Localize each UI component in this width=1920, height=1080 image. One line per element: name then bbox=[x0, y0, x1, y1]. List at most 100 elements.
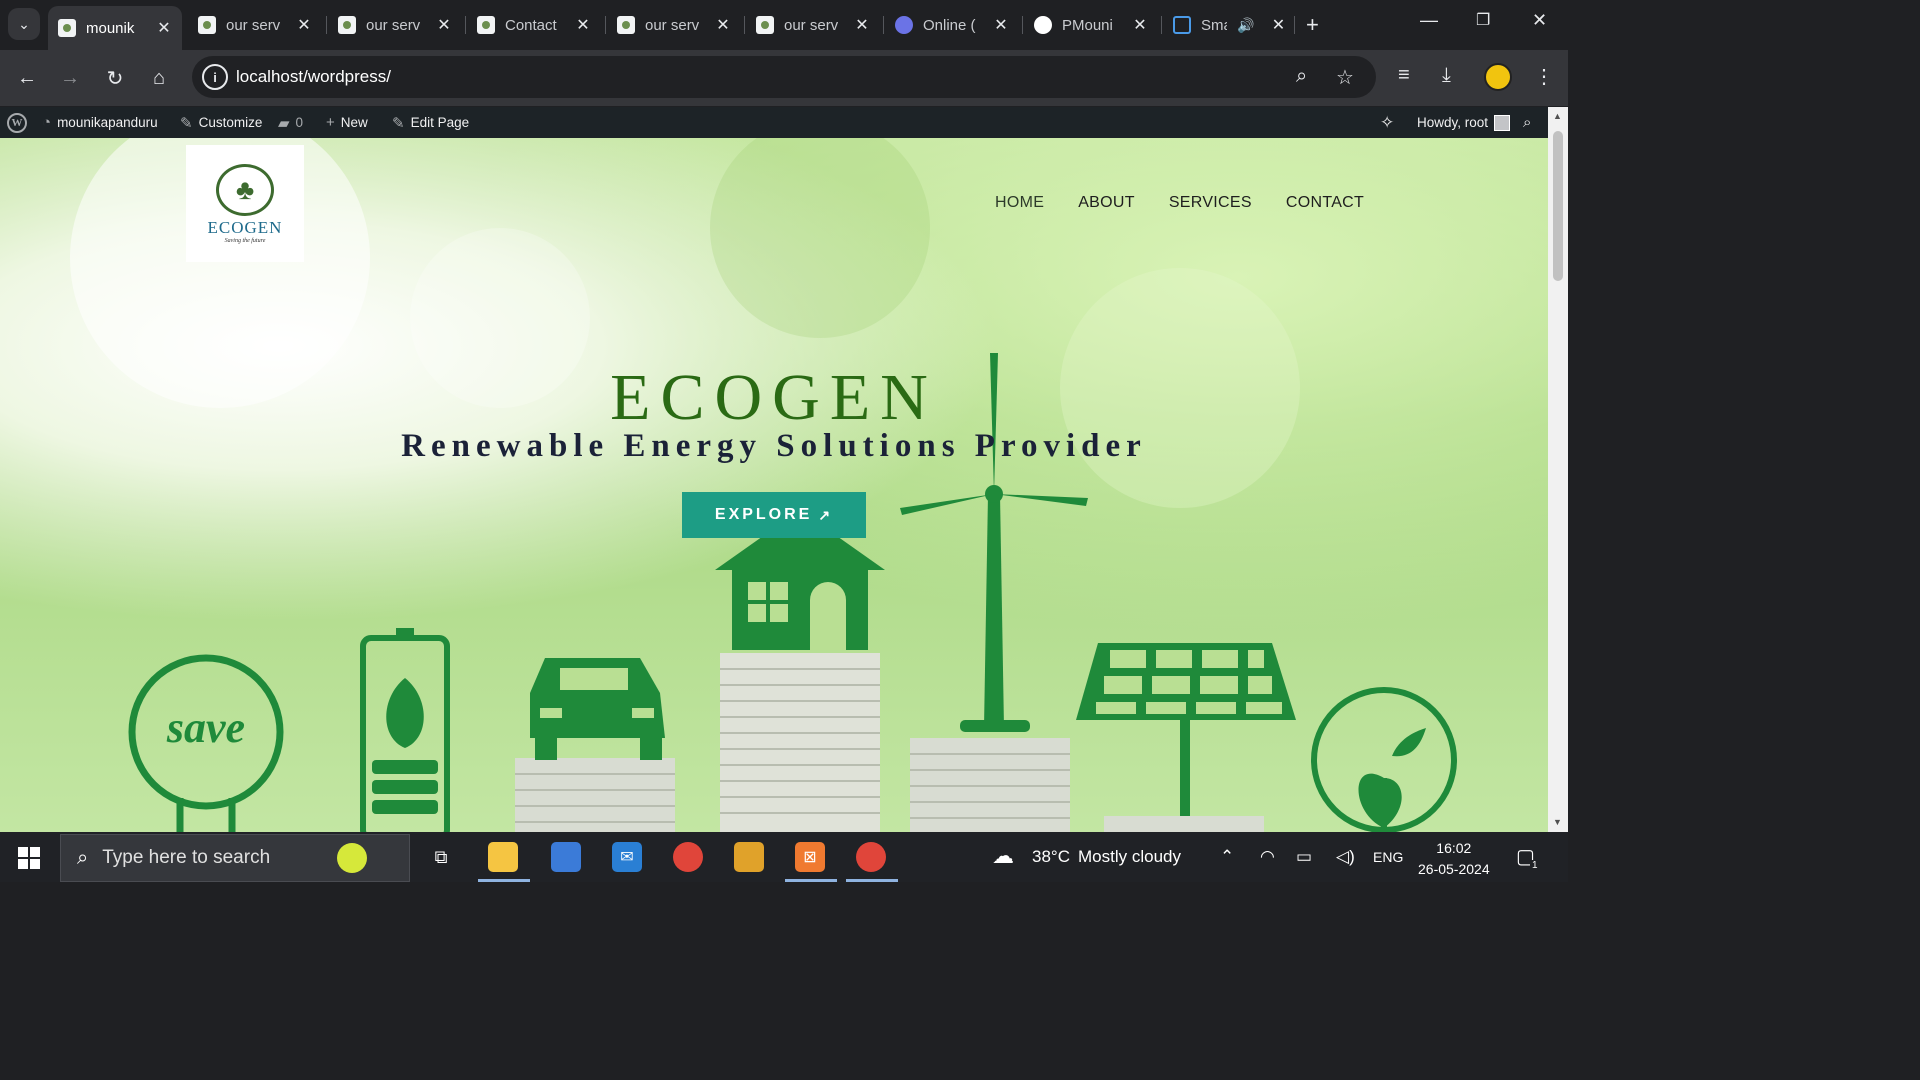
tab-8[interactable]: Sma 🔊 ✕ bbox=[1163, 6, 1297, 44]
nav-about[interactable]: ABOUT bbox=[1078, 194, 1135, 212]
audio-playing-icon[interactable]: 🔊 bbox=[1237, 17, 1254, 34]
close-tab-icon[interactable]: ✕ bbox=[296, 15, 312, 35]
explore-label: EXPLORE bbox=[714, 506, 813, 523]
tab-4[interactable]: our serv ✕ bbox=[607, 6, 741, 44]
admin-search-button[interactable]: ⌕ bbox=[1523, 107, 1531, 138]
tab-7[interactable]: PMouni ✕ bbox=[1024, 6, 1158, 44]
customize-label: Customize bbox=[198, 115, 263, 130]
close-tab-icon[interactable]: ✕ bbox=[436, 15, 452, 35]
back-icon[interactable]: ← bbox=[13, 64, 41, 92]
python-editor-icon[interactable] bbox=[551, 842, 581, 872]
nav-home[interactable]: HOME bbox=[995, 194, 1044, 212]
tab-search-button[interactable]: ⌄ bbox=[8, 8, 40, 40]
tab-2[interactable]: our serv ✕ bbox=[328, 6, 462, 44]
new-content-link[interactable]: + New bbox=[326, 107, 368, 138]
howdy-label: Howdy, root bbox=[1417, 115, 1489, 130]
file-explorer-icon[interactable] bbox=[488, 842, 518, 872]
tab-separator bbox=[1022, 16, 1023, 34]
tab-3[interactable]: Contact ✕ bbox=[467, 6, 601, 44]
page-scrollbar[interactable]: ▲ ▼ bbox=[1548, 107, 1568, 832]
bookmark-star-icon[interactable]: ☆ bbox=[1336, 65, 1354, 90]
wifi-icon[interactable]: ◠ bbox=[1260, 847, 1275, 867]
download-icon[interactable]: ⤓ bbox=[1442, 64, 1451, 87]
car-icon bbox=[530, 658, 665, 760]
reload-icon[interactable]: ↻ bbox=[101, 64, 129, 92]
home-icon[interactable]: ⌂ bbox=[145, 64, 173, 92]
close-tab-icon[interactable]: ✕ bbox=[715, 15, 731, 35]
comments-link[interactable]: ▰ 0 bbox=[278, 107, 303, 138]
clock[interactable]: 16:02 26-05-2024 bbox=[1418, 838, 1490, 880]
edit-page-link[interactable]: ✎ Edit Page bbox=[392, 107, 469, 138]
close-tab-icon[interactable]: ✕ bbox=[575, 15, 591, 35]
running-indicator bbox=[846, 879, 898, 882]
url-text[interactable]: localhost/wordpress/ bbox=[236, 67, 391, 87]
brush-icon: ✎ bbox=[180, 114, 193, 132]
xampp-icon[interactable]: ⊠ bbox=[795, 842, 825, 872]
tab-separator bbox=[883, 16, 884, 34]
wordpress-logo[interactable]: W bbox=[7, 107, 27, 138]
scroll-thumb[interactable] bbox=[1553, 131, 1563, 281]
show-hidden-icons-icon[interactable]: ⌃ bbox=[1220, 847, 1234, 867]
tab-title: our serv bbox=[226, 16, 281, 34]
close-tab-icon[interactable]: ✕ bbox=[1132, 15, 1148, 35]
account-menu[interactable]: Howdy, root bbox=[1417, 107, 1511, 138]
tab-title: Contact bbox=[505, 16, 557, 34]
restore-icon[interactable]: ❐ bbox=[1476, 10, 1490, 30]
search-icon: ⌕ bbox=[77, 846, 89, 869]
reading-list-icon[interactable]: ≡ bbox=[1398, 64, 1410, 87]
zoom-icon[interactable]: ⌕ bbox=[1296, 65, 1307, 88]
forward-icon[interactable]: → bbox=[56, 64, 84, 92]
tab-title: our serv bbox=[366, 16, 421, 34]
scroll-up-icon[interactable]: ▲ bbox=[1553, 111, 1562, 121]
clock-date: 26-05-2024 bbox=[1418, 861, 1490, 877]
tab-0[interactable]: mounik ✕ bbox=[48, 6, 182, 50]
close-window-icon[interactable]: ✕ bbox=[1532, 10, 1547, 31]
language-indicator[interactable]: ENG bbox=[1373, 849, 1403, 865]
weather-cloud-icon[interactable]: ☁ bbox=[992, 843, 1014, 869]
close-tab-icon[interactable]: ✕ bbox=[993, 15, 1009, 35]
tab-1[interactable]: our serv ✕ bbox=[188, 6, 322, 44]
weather-temp[interactable]: 38°C bbox=[1032, 847, 1070, 867]
mail-icon[interactable]: ✉ bbox=[612, 842, 642, 872]
nav-services[interactable]: SERVICES bbox=[1169, 194, 1252, 212]
hero-section: save ♣ ECOGEN Saving the future HOME ABO… bbox=[0, 138, 1548, 832]
comment-icon: ▰ bbox=[278, 114, 290, 132]
battery-icon[interactable]: ▭ bbox=[1296, 847, 1312, 867]
tab-6[interactable]: Online ( ✕ bbox=[885, 6, 1019, 44]
notification-count: 1 bbox=[1530, 860, 1540, 871]
more-menu-icon[interactable]: ⋮ bbox=[1534, 64, 1554, 89]
profile-avatar-icon[interactable] bbox=[1484, 63, 1512, 91]
site-name-label: mounikapanduru bbox=[57, 115, 158, 130]
explore-button[interactable]: EXPLORE ↗ bbox=[682, 492, 866, 538]
minimize-icon[interactable]: — bbox=[1420, 10, 1438, 31]
wordpress-icon: W bbox=[7, 112, 27, 133]
close-tab-icon[interactable]: ✕ bbox=[1270, 15, 1286, 35]
tab-5[interactable]: our serv ✕ bbox=[746, 6, 880, 44]
scroll-down-icon[interactable]: ▼ bbox=[1553, 817, 1562, 827]
close-tab-icon[interactable]: ✕ bbox=[854, 15, 870, 35]
customize-link[interactable]: ✎ Customize bbox=[180, 107, 262, 138]
sparkle-icon: ✧ bbox=[1380, 112, 1395, 132]
tab-separator bbox=[465, 16, 466, 34]
tab-title: Online ( bbox=[923, 16, 976, 34]
medal-app-icon[interactable] bbox=[734, 842, 764, 872]
task-view-icon[interactable]: ⧉ bbox=[426, 842, 456, 872]
user-avatar bbox=[1494, 114, 1511, 131]
nav-contact[interactable]: CONTACT bbox=[1286, 194, 1364, 212]
chrome-icon[interactable] bbox=[673, 842, 703, 872]
close-tab-icon[interactable]: ✕ bbox=[156, 18, 172, 38]
address-bar[interactable]: i localhost/wordpress/ ⌕ ☆ bbox=[192, 56, 1376, 98]
taskbar-search-box[interactable]: ⌕ Type here to search bbox=[60, 834, 410, 882]
external-link-icon: ↗ bbox=[818, 506, 834, 523]
new-tab-icon[interactable]: + bbox=[1306, 12, 1319, 38]
volume-icon[interactable]: ◁) bbox=[1336, 847, 1355, 867]
site-logo[interactable]: ♣ ECOGEN Saving the future bbox=[186, 145, 304, 262]
ai-sparkle-button[interactable]: ✧ bbox=[1380, 107, 1394, 138]
weather-text[interactable]: Mostly cloudy bbox=[1078, 847, 1181, 867]
tab-title: PMouni bbox=[1062, 16, 1113, 34]
windows-start-icon[interactable] bbox=[18, 847, 40, 869]
site-name-link[interactable]: ◔ mounikapanduru bbox=[42, 107, 158, 138]
site-info-icon[interactable]: i bbox=[202, 64, 228, 90]
hero-subtitle: Renewable Energy Solutions Provider bbox=[401, 428, 1147, 464]
chrome-profile-icon[interactable] bbox=[856, 842, 886, 872]
